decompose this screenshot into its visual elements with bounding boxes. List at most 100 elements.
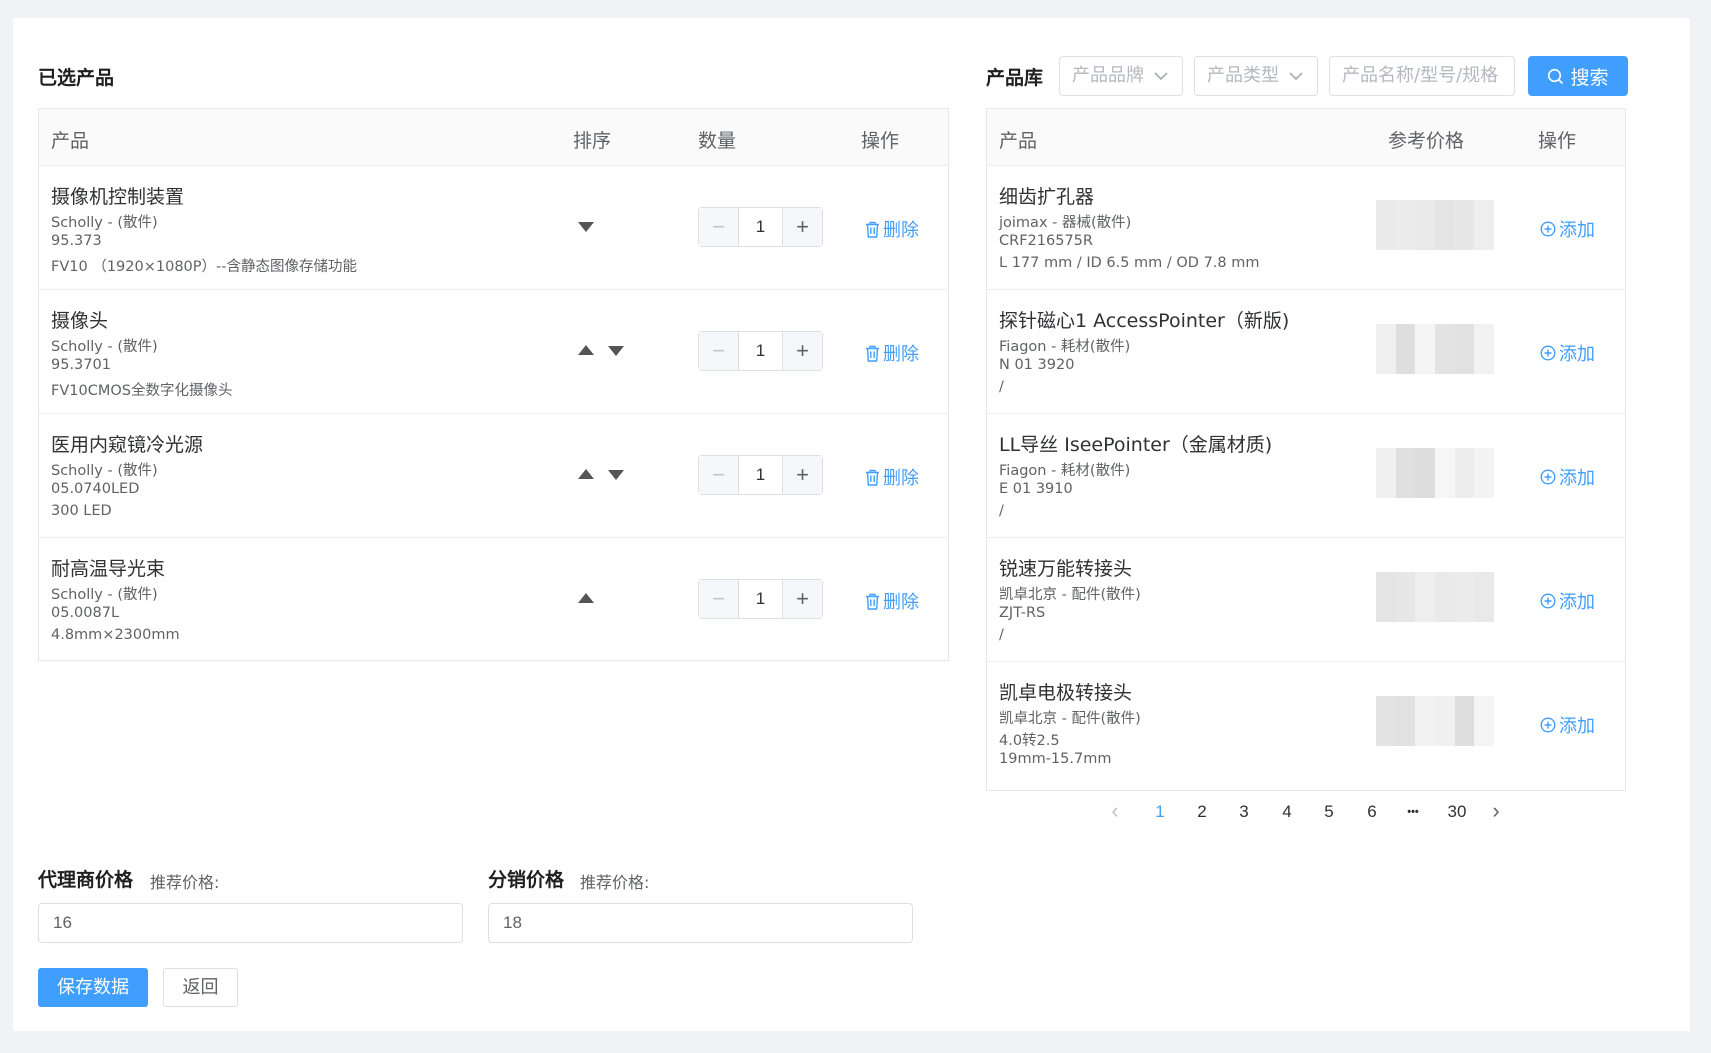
move-down-icon[interactable] bbox=[608, 346, 624, 356]
move-up-icon[interactable] bbox=[578, 345, 594, 355]
product-model: E 01 3910 bbox=[999, 481, 1073, 497]
reference-price-blurred bbox=[1376, 324, 1494, 374]
chevron-down-icon bbox=[1289, 72, 1303, 81]
delete-button[interactable]: 删除 bbox=[865, 216, 919, 242]
reference-price-blurred bbox=[1376, 200, 1494, 250]
increase-button[interactable]: + bbox=[782, 580, 822, 618]
header-action: 操作 bbox=[861, 130, 900, 152]
product-model: 4.0转2.5 bbox=[999, 733, 1060, 749]
lib-header-price: 参考价格 bbox=[1388, 130, 1465, 152]
page-6[interactable]: 6 bbox=[1362, 802, 1382, 822]
search-input-placeholder: 产品名称/型号/规格 bbox=[1342, 65, 1499, 86]
add-label: 添加 bbox=[1559, 344, 1595, 365]
delete-button[interactable]: 删除 bbox=[865, 588, 919, 614]
dist-price-title: 分销价格 bbox=[488, 869, 565, 891]
increase-button[interactable]: + bbox=[782, 332, 822, 370]
product-brand: Fiagon - 耗材(散件) bbox=[999, 339, 1131, 355]
search-input[interactable]: 产品名称/型号/规格 bbox=[1329, 56, 1515, 96]
selected-row: 摄像机控制装置 Scholly - (散件) 95.373 FV10 （1920×10… bbox=[39, 166, 948, 290]
product-name: 细齿扩孔器 bbox=[999, 186, 1095, 208]
product-spec: FV10CMOS全数字化摄像头 bbox=[51, 383, 233, 399]
move-down-icon[interactable] bbox=[578, 222, 594, 232]
add-button[interactable]: 添加 bbox=[1540, 340, 1595, 366]
increase-button[interactable]: + bbox=[782, 456, 822, 494]
product-model: 05.0740LED bbox=[51, 481, 140, 497]
move-up-icon[interactable] bbox=[578, 469, 594, 479]
product-brand: Fiagon - 耗材(散件) bbox=[999, 463, 1131, 479]
page-1[interactable]: 1 bbox=[1150, 802, 1170, 822]
page-4[interactable]: 4 bbox=[1277, 802, 1297, 822]
product-spec: 4.8mm×2300mm bbox=[51, 627, 180, 643]
delete-button[interactable]: 删除 bbox=[865, 340, 919, 366]
add-circle-icon bbox=[1540, 469, 1556, 485]
page-2[interactable]: 2 bbox=[1192, 802, 1212, 822]
library-row: 凯卓电极转接头 凯卓北京 - 配件(散件) 4.0转2.5 19mm-15.7mm 添加 bbox=[987, 662, 1625, 786]
decrease-button[interactable]: − bbox=[699, 208, 739, 246]
prev-page-button[interactable]: ‹ bbox=[1108, 798, 1122, 824]
more-pages-ellipsis[interactable]: ••• bbox=[1398, 806, 1428, 818]
decrease-button[interactable]: − bbox=[699, 332, 739, 370]
quantity-stepper: −1 + bbox=[698, 331, 823, 371]
product-brand: joimax - 器械(散件) bbox=[999, 215, 1132, 231]
add-button[interactable]: 添加 bbox=[1540, 712, 1595, 738]
selected-row: 医用内窥镜冷光源 Scholly - (散件) 05.0740LED 300 LED −… bbox=[39, 414, 948, 538]
add-button[interactable]: 添加 bbox=[1540, 216, 1595, 242]
brand-select-placeholder: 产品品牌 bbox=[1072, 65, 1144, 86]
page-5[interactable]: 5 bbox=[1319, 802, 1339, 822]
quantity-stepper: −1 + bbox=[698, 579, 823, 619]
product-brand: Scholly - (散件) bbox=[51, 215, 158, 231]
quantity-value[interactable]: 1 bbox=[739, 208, 782, 246]
next-page-button[interactable]: › bbox=[1489, 798, 1503, 824]
delete-button[interactable]: 删除 bbox=[865, 464, 919, 490]
product-name: 医用内窥镜冷光源 bbox=[51, 434, 204, 456]
product-name: 耐高温导光束 bbox=[51, 558, 166, 580]
product-brand: Scholly - (散件) bbox=[51, 587, 158, 603]
back-button[interactable]: 返回 bbox=[163, 968, 238, 1007]
search-button[interactable]: 搜索 bbox=[1528, 56, 1628, 96]
library-row: LL导丝 IseePointer（金属材质) Fiagon - 耗材(散件) E 0… bbox=[987, 414, 1625, 538]
product-brand: 凯卓北京 - 配件(散件) bbox=[999, 587, 1141, 603]
delete-label: 删除 bbox=[883, 592, 919, 613]
quantity-value[interactable]: 1 bbox=[739, 332, 782, 370]
library-row: 细齿扩孔器 joimax - 器械(散件) CRF216575R L 177 mm /… bbox=[987, 166, 1625, 290]
move-up-icon[interactable] bbox=[578, 593, 594, 603]
type-select-placeholder: 产品类型 bbox=[1207, 65, 1279, 86]
header-sort: 排序 bbox=[573, 130, 612, 152]
page-last[interactable]: 30 bbox=[1444, 802, 1470, 822]
brand-select[interactable]: 产品品牌 bbox=[1059, 56, 1183, 96]
product-library-title: 产品库 bbox=[986, 67, 1044, 89]
agent-price-input[interactable]: 16 bbox=[38, 903, 463, 943]
selected-products-table: 产品 排序 数量 操作 摄像机控制装置 Scholly - (散件) 95.373 F… bbox=[38, 108, 949, 661]
quantity-value[interactable]: 1 bbox=[739, 456, 782, 494]
dist-price-input[interactable]: 18 bbox=[488, 903, 913, 943]
move-down-icon[interactable] bbox=[608, 470, 624, 480]
product-spec: 300 LED bbox=[51, 503, 112, 519]
save-button[interactable]: 保存数据 bbox=[38, 968, 148, 1007]
product-spec: / bbox=[999, 503, 1004, 519]
product-name: 锐速万能转接头 bbox=[999, 558, 1133, 580]
increase-button[interactable]: + bbox=[782, 208, 822, 246]
product-spec: 19mm-15.7mm bbox=[999, 751, 1112, 767]
page-3[interactable]: 3 bbox=[1234, 802, 1254, 822]
selected-products-title: 已选产品 bbox=[38, 67, 115, 89]
lib-header-product: 产品 bbox=[999, 130, 1038, 152]
trash-icon bbox=[866, 593, 879, 610]
product-spec: / bbox=[999, 379, 1004, 395]
product-name: LL导丝 IseePointer（金属材质) bbox=[999, 434, 1273, 456]
add-button[interactable]: 添加 bbox=[1540, 588, 1595, 614]
add-label: 添加 bbox=[1559, 220, 1595, 241]
quantity-value[interactable]: 1 bbox=[739, 580, 782, 618]
product-brand: 凯卓北京 - 配件(散件) bbox=[999, 711, 1141, 727]
type-select[interactable]: 产品类型 bbox=[1194, 56, 1318, 96]
product-model: 95.3701 bbox=[51, 357, 111, 373]
add-circle-icon bbox=[1540, 717, 1556, 733]
library-row: 锐速万能转接头 凯卓北京 - 配件(散件) ZJT-RS / 添加 bbox=[987, 538, 1625, 662]
decrease-button[interactable]: − bbox=[699, 456, 739, 494]
quantity-stepper: −1 + bbox=[698, 455, 823, 495]
trash-icon bbox=[866, 221, 879, 238]
delete-label: 删除 bbox=[883, 344, 919, 365]
add-button[interactable]: 添加 bbox=[1540, 464, 1595, 490]
product-spec: / bbox=[999, 627, 1004, 643]
decrease-button[interactable]: − bbox=[699, 580, 739, 618]
pagination: ‹ 1 2 3 4 5 6 ••• 30 › bbox=[1100, 798, 1520, 826]
